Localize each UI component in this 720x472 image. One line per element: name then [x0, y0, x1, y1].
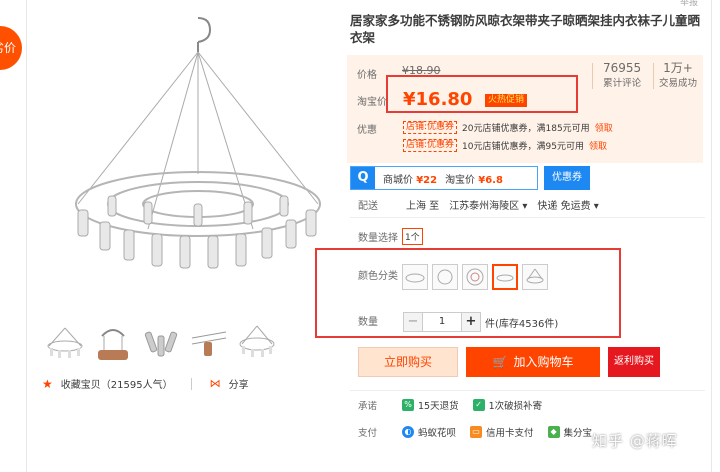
thumbnail-5[interactable]: [236, 322, 278, 364]
huabei-payment[interactable]: ◐ 蚂蚁花呗: [402, 425, 456, 439]
quantity-option[interactable]: 1个: [402, 228, 423, 245]
cart-icon: 🛒: [492, 355, 508, 369]
buy-now-button[interactable]: 立即购买: [358, 347, 458, 377]
mall-price: 商城价 ¥22: [383, 174, 438, 186]
jifenbao-payment[interactable]: ◆ 集分宝: [547, 425, 592, 439]
quantity-input[interactable]: 1: [423, 312, 461, 332]
credit-card-payment[interactable]: ▭ 信用卡支付: [470, 425, 534, 439]
share-link[interactable]: 分享: [229, 376, 249, 391]
payment-label: 支付: [358, 428, 378, 439]
product-title: 居家家多功能不锈钢防风晾衣架带夹子晾晒架挂内衣袜子儿童晒衣架: [350, 13, 701, 45]
color-swatches: [402, 264, 548, 290]
coupon-text: 20元店铺优惠券，满185元可用: [462, 124, 590, 134]
star-icon[interactable]: ★: [42, 377, 53, 391]
favorite-link[interactable]: 收藏宝贝（21595人气）: [61, 376, 173, 391]
coupon-row: 店铺:优惠券 20元店铺优惠券，满185元可用 领取: [403, 121, 613, 134]
quantity-label: 数量: [358, 317, 378, 328]
coupon-button[interactable]: 优惠券: [544, 166, 590, 190]
divider: [350, 390, 705, 391]
return-icon: %: [402, 399, 414, 411]
color-swatch-3[interactable]: [462, 264, 488, 290]
coupon-tag: 店铺:优惠券: [403, 139, 458, 152]
coupon-label: 优惠: [357, 125, 377, 136]
jifenbao-icon: ◆: [547, 426, 560, 438]
quantity-select-label: 数量选择: [358, 233, 398, 244]
review-count-label: 累计评论: [603, 78, 642, 89]
price-compare-widget[interactable]: Q 商城价 ¥22 淘宝价 ¥6.8: [350, 166, 538, 190]
thumbnail-3[interactable]: [140, 322, 182, 364]
share-icon[interactable]: ⋈: [210, 377, 221, 390]
report-link[interactable]: 举报: [680, 0, 698, 8]
coupon-tag: 店铺:优惠券: [403, 121, 458, 134]
gallery-actions: ★ 收藏宝贝（21595人气） ⋈ 分享: [42, 376, 249, 392]
payment-row: 支付 ◐ 蚂蚁花呗 ▭ 信用卡支付 ◆ 集分宝: [358, 425, 606, 439]
shipping-method-select[interactable]: 快递 免运费 ▾: [537, 197, 598, 212]
taobao-price-label: 淘宝价: [357, 97, 387, 108]
promise-label: 承诺: [358, 401, 378, 412]
return-promise[interactable]: % 15天退货: [402, 398, 459, 412]
price-highlight-box: [386, 75, 578, 113]
credit-card-icon: ▭: [470, 426, 483, 438]
sales-count-label: 交易成功: [659, 78, 698, 89]
coupon-row: 店铺:优惠券 10元店铺优惠券，满95元可用 领取: [403, 139, 607, 152]
color-label: 颜色分类: [358, 271, 398, 282]
quantity-select-row: 数量选择 1个: [358, 228, 423, 245]
cashback-button[interactable]: 返利购买: [608, 347, 660, 377]
decrease-quantity-button[interactable]: −: [403, 312, 423, 332]
thumbnail-4[interactable]: [188, 322, 230, 364]
color-swatch-2[interactable]: [432, 264, 458, 290]
review-count: 76955: [603, 61, 642, 75]
claim-coupon-link[interactable]: 领取: [595, 121, 613, 134]
quantity-stepper: − 1 + 件(库存4536件): [403, 312, 558, 332]
sales-count-stat: 1万+ 交易成功: [659, 61, 697, 89]
sales-count: 1万+: [663, 61, 693, 75]
add-to-cart-button[interactable]: 🛒 加入购物车: [466, 347, 600, 377]
promise-row: 承诺 % 15天退货 ✓ 1次破损补寄: [358, 398, 556, 412]
increase-quantity-button[interactable]: +: [461, 312, 481, 332]
color-swatch-4[interactable]: [492, 264, 518, 290]
huabei-icon: ◐: [402, 426, 414, 438]
price-promo-badge[interactable]: 劣价: [0, 26, 22, 70]
delivery-destination-select[interactable]: 江苏泰州海陵区 ▾: [449, 197, 527, 212]
stock-info: 件(库存4536件): [485, 318, 559, 330]
color-swatch-1[interactable]: [402, 264, 428, 290]
divider: [190, 377, 192, 390]
add-to-cart-label: 加入购物车: [513, 355, 574, 369]
divider: [350, 217, 705, 218]
delivery-from: 上海 至: [406, 201, 440, 212]
shield-icon: ✓: [472, 399, 485, 411]
watermark: 知乎 @蒋晖: [592, 432, 678, 450]
compare-logo-icon: Q: [351, 167, 375, 189]
damage-promise[interactable]: ✓ 1次破损补寄: [472, 398, 542, 412]
thumbnail-strip: [44, 322, 278, 366]
stat-divider: [653, 63, 654, 89]
color-swatch-5[interactable]: [522, 264, 548, 290]
thumbnail-1[interactable]: [44, 322, 86, 364]
review-count-stat[interactable]: 76955 累计评论: [603, 61, 641, 89]
price-label: 价格: [357, 70, 377, 81]
coupon-text: 10元店铺优惠券，满95元可用: [462, 142, 584, 152]
stat-divider: [592, 63, 593, 89]
delivery-label: 配送: [358, 201, 378, 212]
taobao-compare-price: 淘宝价 ¥6.8: [445, 174, 503, 186]
delivery-row: 配送 上海 至 江苏泰州海陵区 ▾ 快递 免运费 ▾: [358, 197, 599, 212]
thumbnail-2[interactable]: [92, 322, 134, 364]
claim-coupon-link[interactable]: 领取: [589, 139, 607, 152]
main-product-image[interactable]: [48, 14, 338, 309]
